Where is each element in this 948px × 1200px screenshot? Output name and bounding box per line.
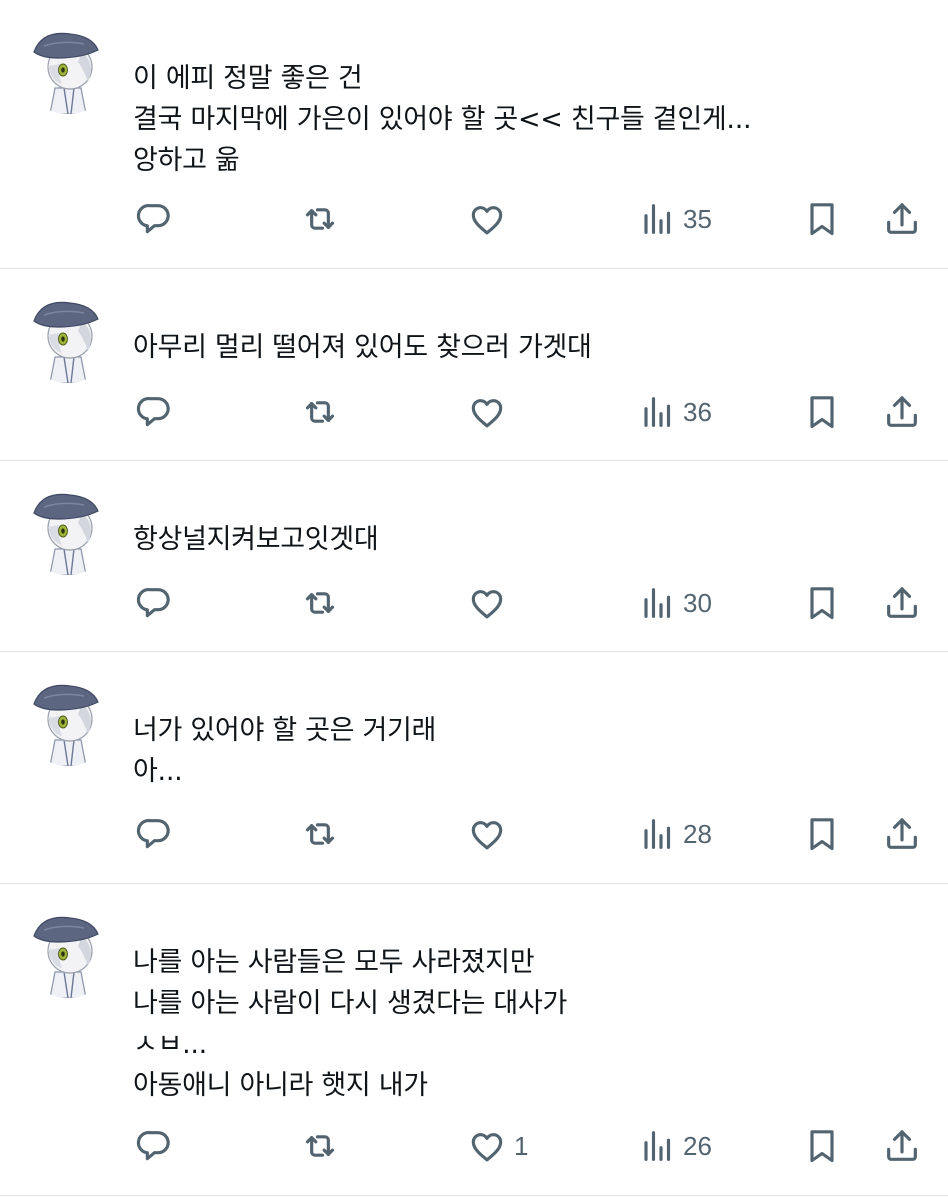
- reply-button[interactable]: [134, 581, 174, 625]
- views-count: 30: [683, 587, 712, 618]
- views-icon: [636, 1126, 676, 1166]
- reply-post[interactable]: 항상널지켜보고잇겟대 30: [0, 461, 948, 652]
- retweet-icon: [300, 814, 340, 854]
- reply-icon: [134, 199, 174, 239]
- action-bar: 30: [0, 581, 948, 625]
- bookmark-icon: [802, 583, 842, 623]
- action-bar: 35: [0, 197, 948, 241]
- post-text: 너가 있어야 할 곳은 거기래아...: [133, 710, 908, 792]
- share-icon: [882, 1126, 922, 1166]
- avatar[interactable]: [22, 906, 114, 998]
- views-count: 35: [683, 203, 712, 234]
- views-icon: [636, 199, 676, 239]
- post-text: 아무리 멀리 떨어져 있어도 찾으러 가겟대: [133, 327, 908, 368]
- views-count: 28: [683, 818, 712, 849]
- reply-button[interactable]: [134, 1124, 174, 1168]
- avatar[interactable]: [22, 22, 114, 114]
- share-icon: [882, 583, 922, 623]
- bookmark-button[interactable]: [802, 390, 842, 434]
- like-button[interactable]: [467, 197, 514, 241]
- retweet-button[interactable]: [300, 581, 340, 625]
- share-icon: [882, 199, 922, 239]
- views-button[interactable]: 30: [636, 581, 712, 625]
- share-icon: [882, 392, 922, 432]
- post-text: 이 에피 정말 좋은 건결국 마지막에 가은이 있어야 할 곳<< 친구들 곁인…: [133, 58, 908, 181]
- share-button[interactable]: [882, 812, 922, 856]
- post-text: 나를 아는 사람들은 모두 사라졌지만나를 아는 사람이 다시 생겼다는 대사가…: [133, 942, 908, 1106]
- reply-button[interactable]: [134, 197, 174, 241]
- bookmark-icon: [802, 814, 842, 854]
- post-text-line: 나를 아는 사람이 다시 생겼다는 대사가: [133, 988, 568, 1019]
- views-button[interactable]: 36: [636, 390, 712, 434]
- share-button[interactable]: [882, 390, 922, 434]
- like-icon: [467, 1126, 507, 1166]
- views-button[interactable]: 26: [636, 1124, 712, 1168]
- like-button[interactable]: [467, 581, 514, 625]
- bookmark-button[interactable]: [802, 1124, 842, 1168]
- retweet-icon: [300, 199, 340, 239]
- share-button[interactable]: [882, 197, 922, 241]
- like-icon: [467, 583, 507, 623]
- post-text-line: 결국 마지막에 가은이 있어야 할 곳<< 친구들 곁인게...: [133, 104, 752, 135]
- views-button[interactable]: 35: [636, 197, 712, 241]
- reply-icon: [134, 392, 174, 432]
- reply-icon: [134, 814, 174, 854]
- post-text-line: 앙하고 욺: [133, 145, 240, 176]
- likes-count: 1: [514, 1130, 529, 1161]
- reply-button[interactable]: [134, 390, 174, 434]
- avatar[interactable]: [22, 674, 114, 766]
- reply-post[interactable]: 너가 있어야 할 곳은 거기래아... 28: [0, 652, 948, 884]
- post-text-line: 아...: [133, 756, 183, 787]
- share-button[interactable]: [882, 1124, 922, 1168]
- post-text-line: 나를 아는 사람들은 모두 사라졌지만: [133, 947, 535, 978]
- like-icon: [467, 199, 507, 239]
- views-icon: [636, 392, 676, 432]
- avatar[interactable]: [22, 291, 114, 383]
- bookmark-icon: [802, 1126, 842, 1166]
- reply-post[interactable]: 이 에피 정말 좋은 건결국 마지막에 가은이 있어야 할 곳<< 친구들 곁인…: [0, 0, 948, 269]
- post-text: 항상널지켜보고잇겟대: [133, 519, 908, 560]
- avatar[interactable]: [22, 483, 114, 575]
- bookmark-button[interactable]: [802, 197, 842, 241]
- post-text-line: 아무리 멀리 떨어져 있어도 찾으러 가겟대: [133, 332, 592, 363]
- retweet-icon: [300, 583, 340, 623]
- retweet-icon: [300, 1126, 340, 1166]
- like-button[interactable]: [467, 390, 514, 434]
- action-bar: 36: [0, 390, 948, 434]
- like-icon: [467, 814, 507, 854]
- retweet-button[interactable]: [300, 812, 340, 856]
- share-button[interactable]: [882, 581, 922, 625]
- post-text-line: 너가 있어야 할 곳은 거기래: [133, 715, 437, 746]
- post-text-line: 아동애니 아니라 햇지 내가: [133, 1070, 428, 1101]
- reply-feed: 이 에피 정말 좋은 건결국 마지막에 가은이 있어야 할 곳<< 친구들 곁인…: [0, 0, 948, 1200]
- retweet-button[interactable]: [300, 390, 340, 434]
- views-icon: [636, 814, 676, 854]
- retweet-button[interactable]: [300, 1124, 340, 1168]
- action-bar: 28: [0, 812, 948, 856]
- bookmark-icon: [802, 199, 842, 239]
- retweet-button[interactable]: [300, 197, 340, 241]
- like-icon: [467, 392, 507, 432]
- bookmark-button[interactable]: [802, 581, 842, 625]
- bookmark-icon: [802, 392, 842, 432]
- like-button[interactable]: [467, 812, 514, 856]
- reply-post[interactable]: 아무리 멀리 떨어져 있어도 찾으러 가겟대 36: [0, 269, 948, 461]
- post-text-line: ㅅㅂ...: [133, 1029, 207, 1060]
- views-count: 26: [683, 1130, 712, 1161]
- like-button[interactable]: 1: [467, 1124, 528, 1168]
- post-text-line: 항상널지켜보고잇겟대: [133, 524, 379, 555]
- views-icon: [636, 583, 676, 623]
- reply-post[interactable]: 나를 아는 사람들은 모두 사라졌지만나를 아는 사람이 다시 생겼다는 대사가…: [0, 884, 948, 1196]
- action-bar: 1 26: [0, 1124, 948, 1168]
- views-button[interactable]: 28: [636, 812, 712, 856]
- views-count: 36: [683, 396, 712, 427]
- reply-icon: [134, 1126, 174, 1166]
- retweet-icon: [300, 392, 340, 432]
- post-text-line: 이 에피 정말 좋은 건: [133, 63, 363, 94]
- reply-icon: [134, 583, 174, 623]
- bookmark-button[interactable]: [802, 812, 842, 856]
- reply-button[interactable]: [134, 812, 174, 856]
- share-icon: [882, 814, 922, 854]
